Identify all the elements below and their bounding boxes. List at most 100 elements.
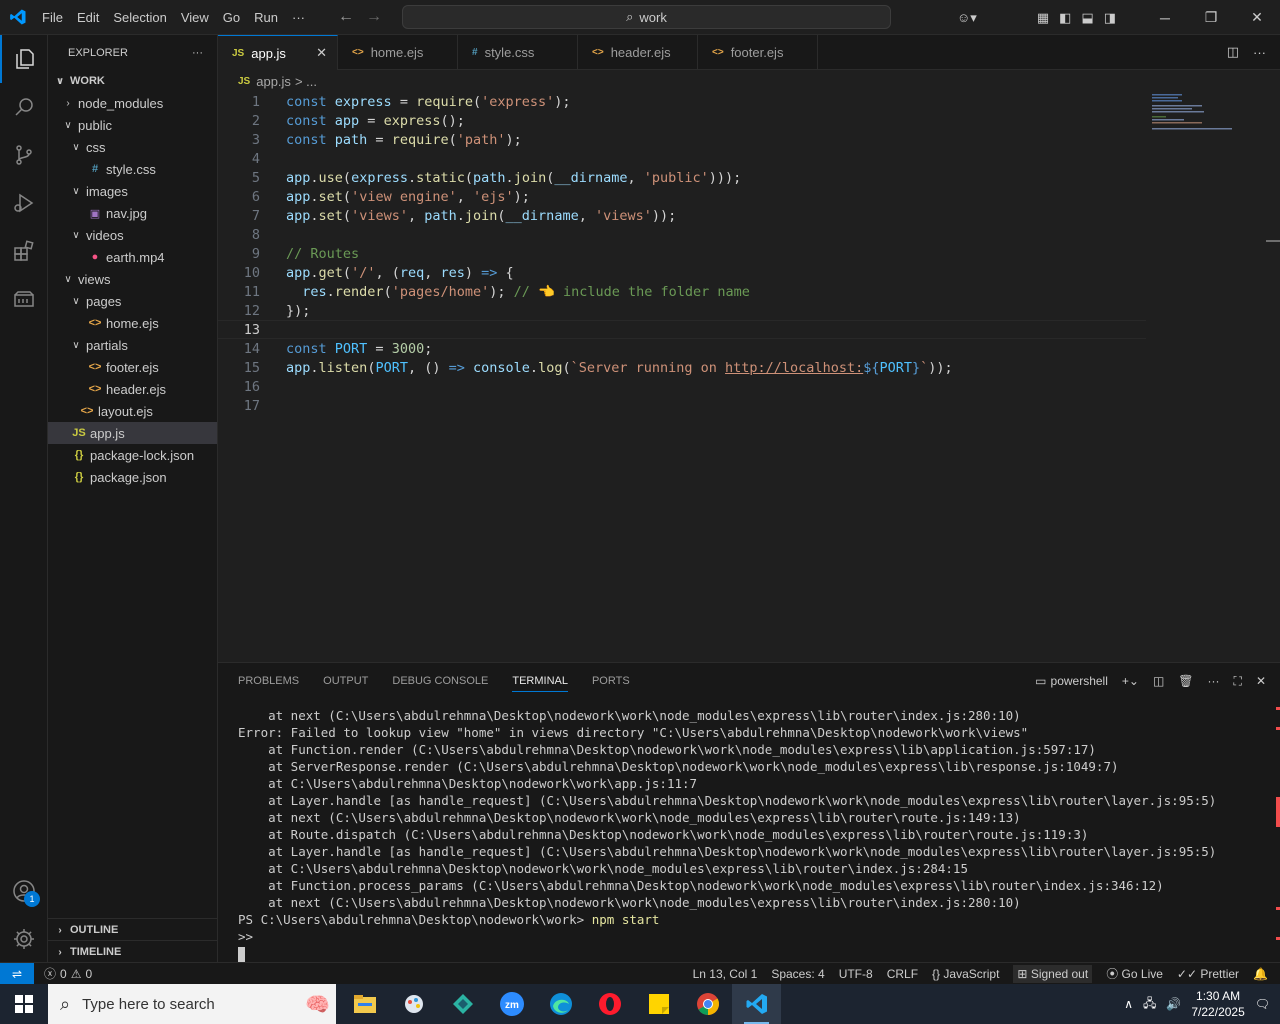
go-live-button[interactable]: ⦿ Go Live [1106,965,1163,982]
notifications-bell-icon[interactable]: 🔔 [1253,967,1268,981]
encoding[interactable]: UTF-8 [839,967,873,981]
editor-scrollbar[interactable] [1266,240,1280,242]
app-icon-diamond[interactable] [438,984,487,1024]
toggle-secondary-sidebar-icon[interactable]: ◨ [1104,10,1116,26]
menu-item-go[interactable]: Go [216,0,247,35]
code-line[interactable]: 16 [218,377,1280,396]
maximize-panel-icon[interactable]: ⛶ [1234,674,1242,689]
minimize-button[interactable]: ─ [1142,0,1188,35]
chrome-browser-icon[interactable] [683,984,732,1024]
outline-section[interactable]: › OUTLINE [48,919,218,941]
editor-more-icon[interactable]: ··· [1253,45,1266,60]
copilot-icon[interactable]: ☺▾ [957,10,977,26]
tray-chevron-up-icon[interactable]: ∧ [1124,997,1133,1011]
code-line[interactable]: 13 [218,320,1146,339]
tree-item-package-lock-json[interactable]: {} package-lock.json [48,444,217,466]
menu-item-edit[interactable]: Edit [70,0,106,35]
language-mode[interactable]: {} JavaScript [932,967,999,981]
code-line[interactable]: 10 app. get('/', (req, res) => { [218,263,1280,282]
new-terminal-icon[interactable]: +⌄ [1122,674,1139,688]
tree-item-package-json[interactable]: {} package.json [48,466,217,488]
windows-start-icon[interactable] [0,984,48,1024]
tree-item-public[interactable]: ∨ public [48,114,217,136]
menu-item-file[interactable]: File [35,0,70,35]
trash-icon[interactable]: 🗑 [1178,674,1193,688]
code-line[interactable]: 12}); [218,301,1280,320]
minimap[interactable] [1150,92,1240,132]
breadcrumb-rest[interactable]: > ... [295,74,317,89]
line-endings[interactable]: CRLF [887,967,918,981]
clock[interactable]: 1:30 AM 7/22/2025 [1191,988,1244,1020]
menu-item-more[interactable]: ··· [285,0,312,35]
paint-app-icon[interactable] [389,984,438,1024]
toggle-panel-icon[interactable]: ⬓ [1081,10,1093,26]
code-line[interactable]: 7 app. set('views', path. join(__dirname, '… [218,206,1280,225]
command-center-search[interactable]: ⌕ work [402,5,891,29]
sticky-notes-icon[interactable] [634,984,683,1024]
code-line[interactable]: 5 app. use(express. static(path. join(__dirn… [218,168,1280,187]
customize-layout-icon[interactable]: ▦ [1037,10,1049,26]
tree-item-pages[interactable]: ∨ pages [48,290,217,312]
code-line[interactable]: 8 [218,225,1280,244]
code-line[interactable]: 14 const PORT = 3000; [218,339,1280,358]
restore-button[interactable]: ❐ [1188,0,1234,35]
tree-item-style-css[interactable]: # style.css [48,158,217,180]
taskbar-search[interactable]: ⌕ Type here to search 🧠 [48,984,336,1024]
tree-item-node-modules[interactable]: › node_modules [48,92,217,114]
edge-browser-icon[interactable] [536,984,585,1024]
indentation[interactable]: Spaces: 4 [771,967,824,981]
menu-item-selection[interactable]: Selection [106,0,173,35]
tree-item-header-ejs[interactable]: <> header.ejs [48,378,217,400]
tree-item-footer-ejs[interactable]: <> footer.ejs [48,356,217,378]
extensions-icon[interactable] [0,227,48,275]
menu-item-run[interactable]: Run [247,0,285,35]
panel-tab-problems[interactable]: PROBLEMS [238,675,299,687]
settings-gear-icon[interactable] [0,915,48,963]
terminal-shell-label[interactable]: powershell [1051,674,1108,688]
zoom-icon[interactable]: zm [487,984,536,1024]
tab-footer-ejs[interactable]: <> footer.ejs [698,35,818,70]
panel-tab-terminal[interactable]: TERMINAL [512,675,568,692]
panel-tab-debug-console[interactable]: DEBUG CONSOLE [392,675,488,687]
toggle-sidebar-icon[interactable]: ◧ [1059,10,1071,26]
tree-item-css[interactable]: ∨ css [48,136,217,158]
panel-tab-ports[interactable]: PORTS [592,675,630,687]
cursor-position[interactable]: Ln 13, Col 1 [693,967,758,981]
opera-browser-icon[interactable] [585,984,634,1024]
accounts-icon[interactable]: 1 [0,867,48,915]
tree-item-views[interactable]: ∨ views [48,268,217,290]
menu-item-view[interactable]: View [174,0,216,35]
tab-header-ejs[interactable]: <> header.ejs [578,35,698,70]
code-line[interactable]: 11 res. render('pages/home'); // 👈 includ… [218,282,1280,301]
close-panel-icon[interactable]: ✕ [1256,674,1266,688]
code-line[interactable]: 17 [218,396,1280,415]
file-explorer-icon[interactable] [340,984,389,1024]
terminal-output[interactable]: at next (C:\Users\abdulrehmna\Desktop\no… [238,707,1258,962]
back-arrow-icon[interactable]: ← [338,8,354,26]
source-control-icon[interactable] [0,131,48,179]
code-line[interactable]: 4 [218,149,1280,168]
vscode-taskbar-icon[interactable] [732,984,781,1024]
volume-icon[interactable]: 🔊 [1166,997,1181,1011]
code-line[interactable]: 3 const path = require('path'); [218,130,1280,149]
tab-style-css[interactable]: # style.css [458,35,578,70]
notification-center-icon[interactable]: 🗨 [1255,997,1270,1011]
tab-home-ejs[interactable]: <> home.ejs [338,35,458,70]
split-terminal-icon[interactable]: ◫ [1153,674,1164,688]
tree-item-nav-jpg[interactable]: ▣ nav.jpg [48,202,217,224]
forward-arrow-icon[interactable]: → [366,8,382,26]
tree-item-images[interactable]: ∨ images [48,180,217,202]
close-window-button[interactable]: ✕ [1234,0,1280,35]
code-editor[interactable]: 1 const express = require('express'); 2 con… [218,92,1280,662]
search-icon[interactable] [0,83,48,131]
tree-item-app-js[interactable]: JS app.js [48,422,217,444]
remote-indicator-icon[interactable]: ⇌ [0,962,34,985]
tree-item-partials[interactable]: ∨ partials [48,334,217,356]
network-icon[interactable]: 🖧 [1143,994,1156,1015]
tab-app-js[interactable]: JS app.js ✕ [218,35,338,70]
panel-tab-output[interactable]: OUTPUT [323,675,368,687]
more-actions-icon[interactable]: ··· [192,47,203,59]
code-line[interactable]: 6 app. set('view engine', 'ejs'); [218,187,1280,206]
breadcrumb-file[interactable]: app.js [256,74,291,89]
prettier-button[interactable]: ✓✓ Prettier [1177,967,1239,981]
